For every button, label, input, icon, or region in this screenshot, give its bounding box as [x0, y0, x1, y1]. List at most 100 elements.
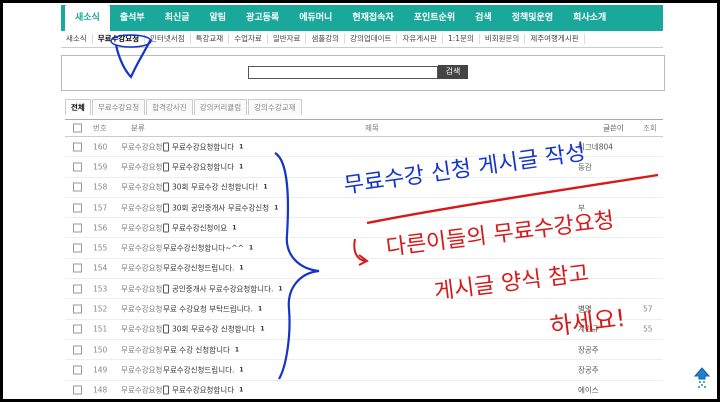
post-title-link[interactable]: 무료 수강 신청합니다 [163, 344, 230, 355]
post-category[interactable]: 무료수강요청 [121, 385, 162, 396]
row-checkbox[interactable] [73, 243, 82, 253]
search-input[interactable] [248, 66, 438, 79]
post-category[interactable]: 무료수강요청 [121, 222, 162, 233]
post-title-link[interactable]: 무료 수강요청 부탁드립니다. [163, 304, 253, 315]
post-number: 155 [93, 243, 108, 253]
post-category[interactable]: 무료수강요청 [121, 243, 162, 254]
table-row: 156 무료수강요청 무료수강신청이요 1 [65, 218, 663, 239]
nav-item-10[interactable]: 회사소개 [563, 5, 616, 31]
nav-item-6[interactable]: 현재접속자 [342, 5, 403, 31]
scroll-top-icon[interactable] [693, 367, 711, 389]
post-author[interactable]: 니그네804 [578, 141, 613, 152]
post-author[interactable]: 부 [578, 202, 585, 213]
post-title-link[interactable]: 무료수강요청합니다 [172, 161, 234, 172]
comment-count: 1 [239, 366, 244, 374]
subnav-item-9[interactable]: 1:1문의 [443, 34, 480, 44]
comment-count: 1 [260, 325, 265, 333]
nav-item-9[interactable]: 정책및운영 [502, 5, 563, 31]
subnav-item-11[interactable]: 제주여행게시판 [525, 34, 585, 44]
row-checkbox[interactable] [73, 365, 82, 375]
post-views: 55 [643, 324, 653, 334]
row-checkbox[interactable] [73, 324, 82, 334]
post-category[interactable]: 무료수강요청 [121, 161, 162, 172]
nav-item-8[interactable]: 검색 [465, 5, 502, 31]
subnav-item-1[interactable]: 무료수강요청 [93, 34, 146, 44]
row-checkbox[interactable] [73, 162, 82, 172]
post-category[interactable]: 무료수강요청 [121, 141, 162, 152]
post-author[interactable]: 동감 [578, 161, 592, 172]
post-title-cell: 무료수강신청드립니다. 1 [163, 364, 244, 375]
post-title-link[interactable]: 무료수강요청합니다 [172, 141, 234, 152]
header-title: 제목 [365, 123, 379, 133]
search-button[interactable]: 검색 [438, 65, 468, 79]
row-checkbox[interactable] [73, 223, 82, 233]
row-checkbox[interactable] [73, 182, 82, 192]
nav-item-4[interactable]: 광고등록 [236, 5, 289, 31]
post-author[interactable]: 에이스 [578, 385, 599, 396]
post-category[interactable]: 무료수강요청 [121, 324, 162, 335]
post-category[interactable]: 무료수강요청 [121, 182, 162, 193]
select-all-checkbox[interactable] [73, 123, 82, 133]
comment-count: 1 [239, 386, 244, 394]
subnav-item-10[interactable]: 비회원문의 [480, 34, 526, 44]
post-author[interactable]: 장공주 [578, 344, 599, 355]
board-tab-1[interactable]: 무료수강요청 [91, 99, 146, 115]
post-category[interactable]: 무료수강요청 [121, 283, 162, 294]
post-author[interactable]: 별명 [578, 304, 592, 315]
post-number: 160 [93, 142, 108, 152]
subnav-item-4[interactable]: 수업자료 [229, 34, 268, 44]
post-author[interactable]: 계란규 [578, 324, 599, 335]
post-title-cell: 무료수강신청이요 1 [163, 222, 236, 233]
row-checkbox[interactable] [73, 142, 82, 152]
board-tab-2[interactable]: 합격강사진 [146, 99, 193, 115]
header-author[interactable]: 글쓴이 [603, 123, 624, 134]
post-number: 158 [93, 182, 108, 192]
row-checkbox[interactable] [73, 304, 82, 314]
subnav-item-5[interactable]: 일반자료 [268, 34, 307, 44]
post-title-link[interactable]: 무료수강신청합니다~^^ [163, 243, 244, 254]
table-row: 155 무료수강요청 무료수강신청합니다~^^ 1 [65, 238, 663, 259]
post-category[interactable]: 무료수강요청 [121, 263, 162, 274]
comment-count: 1 [239, 143, 244, 151]
nav-item-1[interactable]: 출석부 [110, 5, 155, 31]
comment-count: 1 [239, 163, 244, 171]
post-title-cell: 무료수강신청드립니다. 1 [163, 263, 244, 274]
nav-item-3[interactable]: 알림 [200, 5, 237, 31]
post-title-link[interactable]: 공인중개사 무료수강요청합니다. [172, 283, 273, 294]
nav-item-2[interactable]: 최신글 [155, 5, 200, 31]
board-tab-4[interactable]: 강의수강교재 [248, 99, 302, 115]
board-tab-0[interactable]: 전체 [65, 99, 91, 115]
subnav-item-0[interactable]: 새소식 [61, 34, 93, 44]
row-checkbox[interactable] [73, 345, 82, 355]
table-row: 157 무료수강요청 30회 공인중개사 무료수강신청 1 부 [65, 198, 663, 219]
post-category[interactable]: 무료수강요청 [121, 202, 162, 213]
subnav-item-2[interactable]: 인터넷서점 [145, 34, 191, 44]
post-title-link[interactable]: 30회 무료수강 신청합니다 [172, 324, 255, 335]
post-title-link[interactable]: 무료수강신청이요 [172, 222, 227, 233]
post-title-link[interactable]: 무료수강신청드립니다. [163, 364, 234, 375]
nav-item-7[interactable]: 포인트순위 [404, 5, 465, 31]
row-checkbox[interactable] [73, 263, 82, 273]
table-row: 149 무료수강요청 무료수강신청드립니다. 1 장공주 [65, 360, 663, 381]
post-title-link[interactable]: 30회 공인중개사 무료수강신청 [172, 202, 269, 213]
nav-item-0[interactable]: 새소식 [65, 5, 110, 31]
post-author[interactable]: 장공주 [578, 364, 599, 375]
post-category[interactable]: 무료수강요청 [121, 344, 162, 355]
subnav-item-7[interactable]: 강의업데이트 [345, 34, 398, 44]
screenshot-frame: 새소식 출석부 최신글 알림 광고등록 에듀머니 현재접속자 포인트순위 검색 정책및운영 회사소개… [3, 3, 717, 399]
subnav-item-6[interactable]: 샘플강의 [306, 34, 346, 44]
post-title-link[interactable]: 무료수강신청드립니다. [163, 263, 234, 274]
subnav-item-3[interactable]: 특강교재 [191, 34, 230, 44]
post-title-link[interactable]: 30회 무료수강 신청합니다! [172, 182, 258, 193]
nav-item-5[interactable]: 에듀머니 [289, 5, 342, 31]
row-checkbox[interactable] [73, 203, 82, 213]
row-checkbox[interactable] [73, 385, 82, 395]
post-title-link[interactable]: 무료수강요청합니다 [172, 385, 234, 396]
post-category[interactable]: 무료수강요청 [121, 304, 162, 315]
table-row: 158 무료수강요청 30회 무료수강 신청합니다! 1 [65, 178, 663, 198]
subnav-item-8[interactable]: 자유게시판 [397, 34, 443, 44]
post-category[interactable]: 무료수강요청 [121, 364, 162, 375]
header-views[interactable]: 조회 [643, 123, 657, 134]
board-tab-3[interactable]: 강의커리큘럼 [193, 99, 248, 115]
row-checkbox[interactable] [73, 284, 82, 294]
